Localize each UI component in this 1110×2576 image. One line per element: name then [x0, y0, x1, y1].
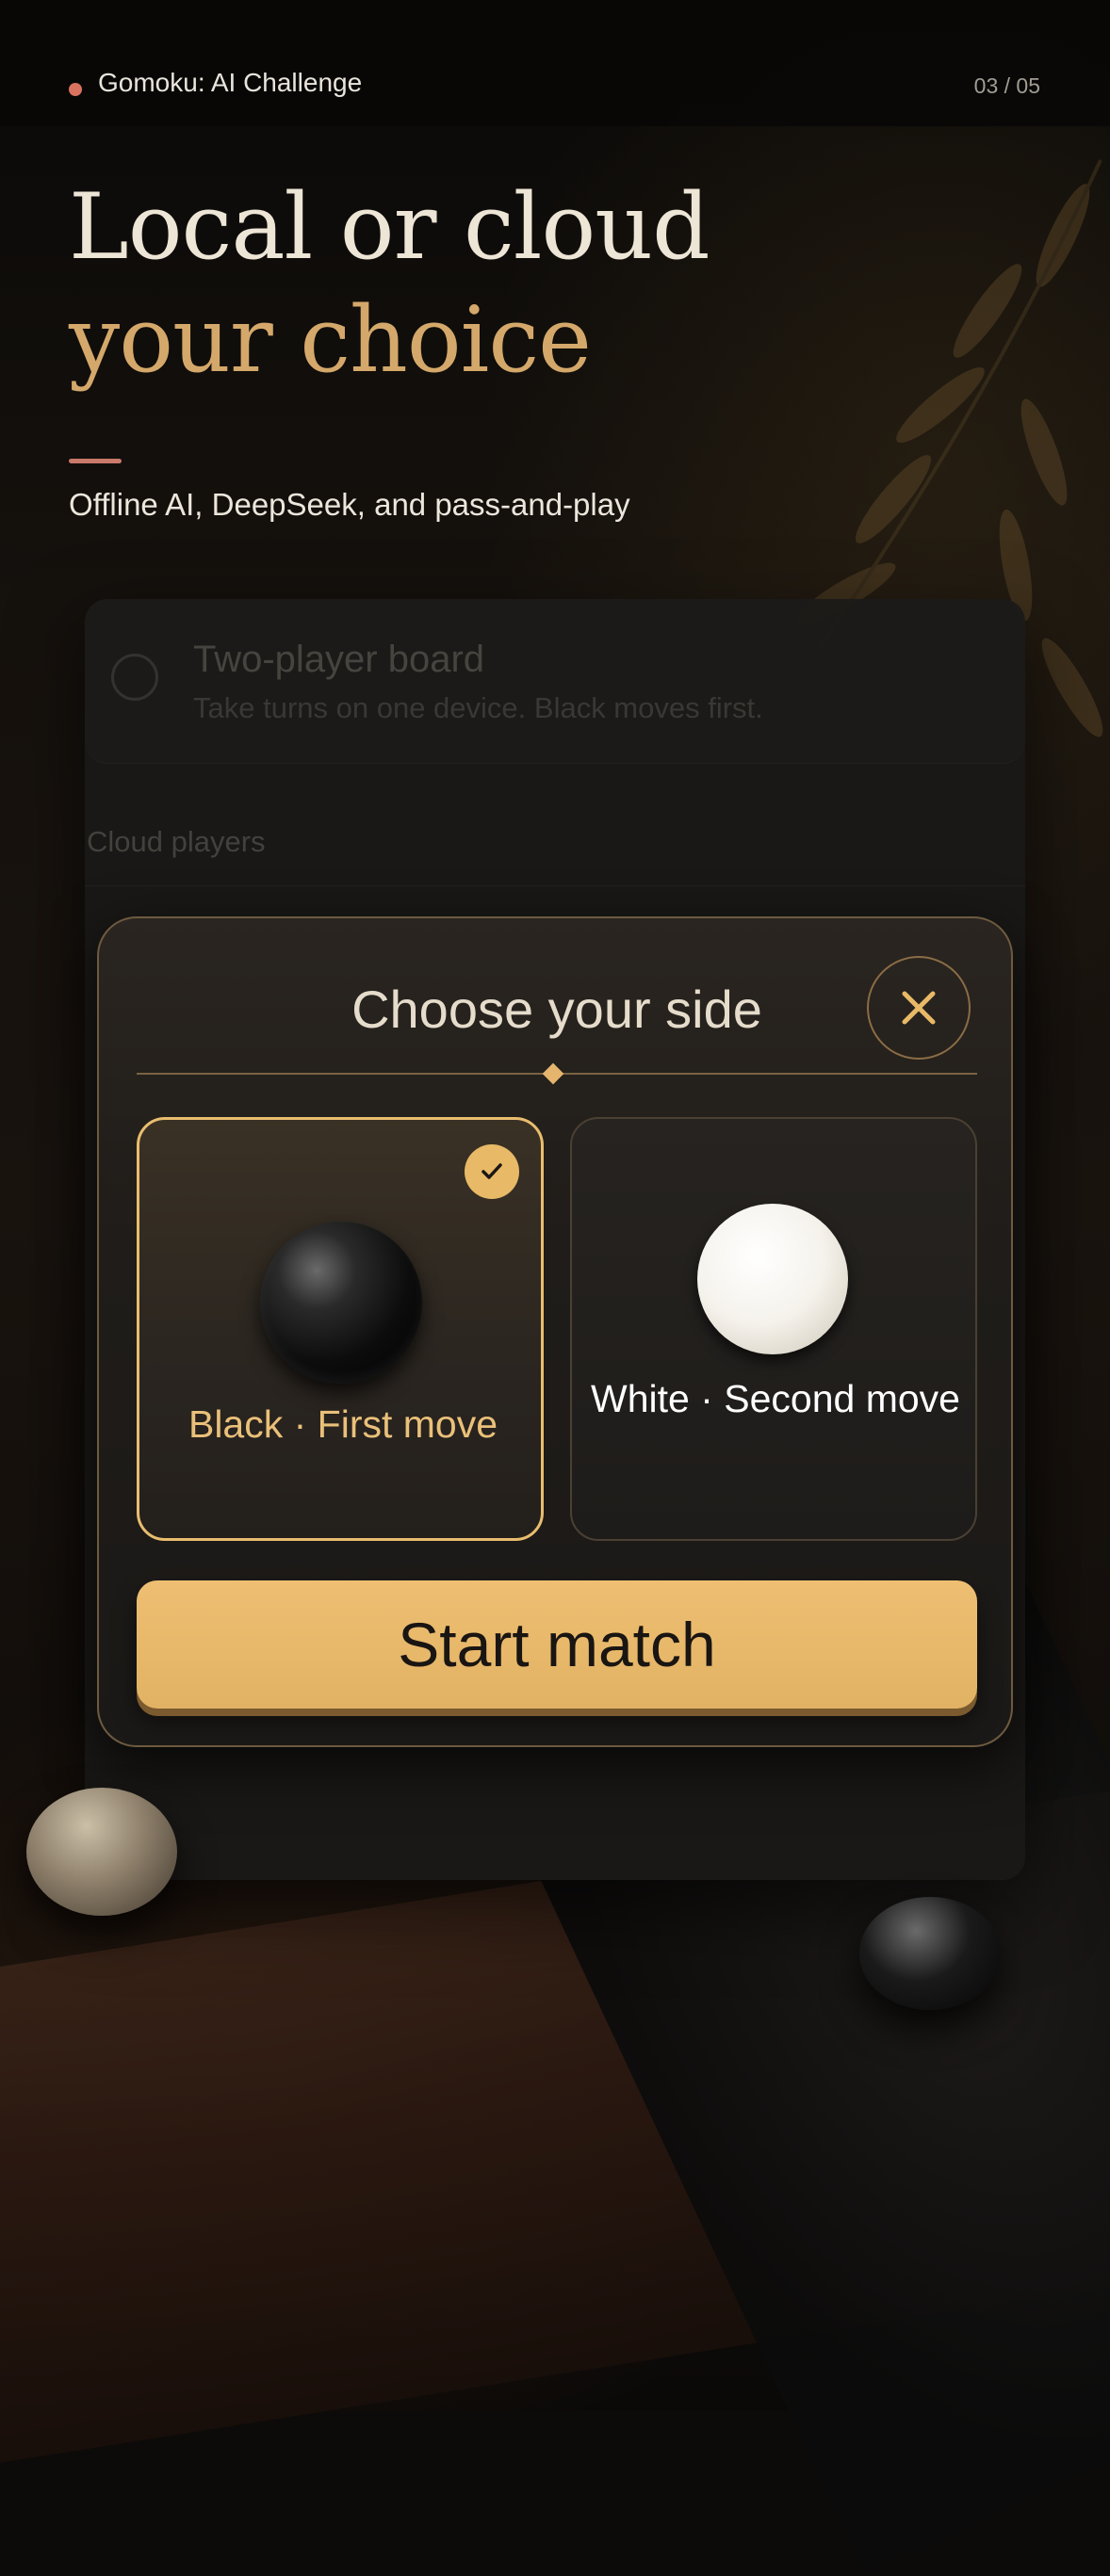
page-indicator: 03 / 05 — [973, 73, 1040, 98]
checkmark-icon — [465, 1144, 519, 1199]
diamond-ornament — [542, 1062, 564, 1085]
white-stone-icon — [697, 1204, 848, 1354]
black-stone-icon — [260, 1222, 422, 1384]
side-option-black[interactable]: Black · First move — [137, 1117, 544, 1541]
start-match-button[interactable]: Start match — [137, 1580, 977, 1709]
side-option-label: White · Second move — [591, 1377, 960, 1420]
radio-button[interactable] — [111, 654, 158, 701]
hero-subtitle: Offline AI, DeepSeek, and pass-and-play — [69, 487, 630, 522]
top-bar — [0, 0, 1110, 126]
close-button[interactable] — [867, 956, 971, 1060]
hero-title-line1: Local or cloud — [69, 174, 710, 280]
option-two-player[interactable]: Two-player board Take turns on one devic… — [85, 599, 1025, 764]
option-title: Two-player board — [193, 639, 485, 680]
side-option-white[interactable]: White · Second move — [570, 1117, 977, 1541]
close-icon — [902, 991, 936, 1025]
section-label-cloud: Cloud players — [87, 825, 266, 858]
app-title: Gomoku: AI Challenge — [98, 68, 363, 97]
hero-title-line2: your choice — [69, 287, 592, 393]
accent-divider — [69, 459, 122, 463]
side-option-label: Black · First move — [188, 1402, 498, 1446]
option-description: Take turns on one device. Black moves fi… — [193, 691, 763, 724]
choose-side-modal: Choose your side Black · First move Whit… — [97, 916, 1013, 1747]
black-stone-decoration — [859, 1897, 1001, 2010]
section-divider — [85, 885, 1025, 886]
status-dot — [69, 83, 82, 96]
pebble-decoration — [26, 1788, 177, 1916]
